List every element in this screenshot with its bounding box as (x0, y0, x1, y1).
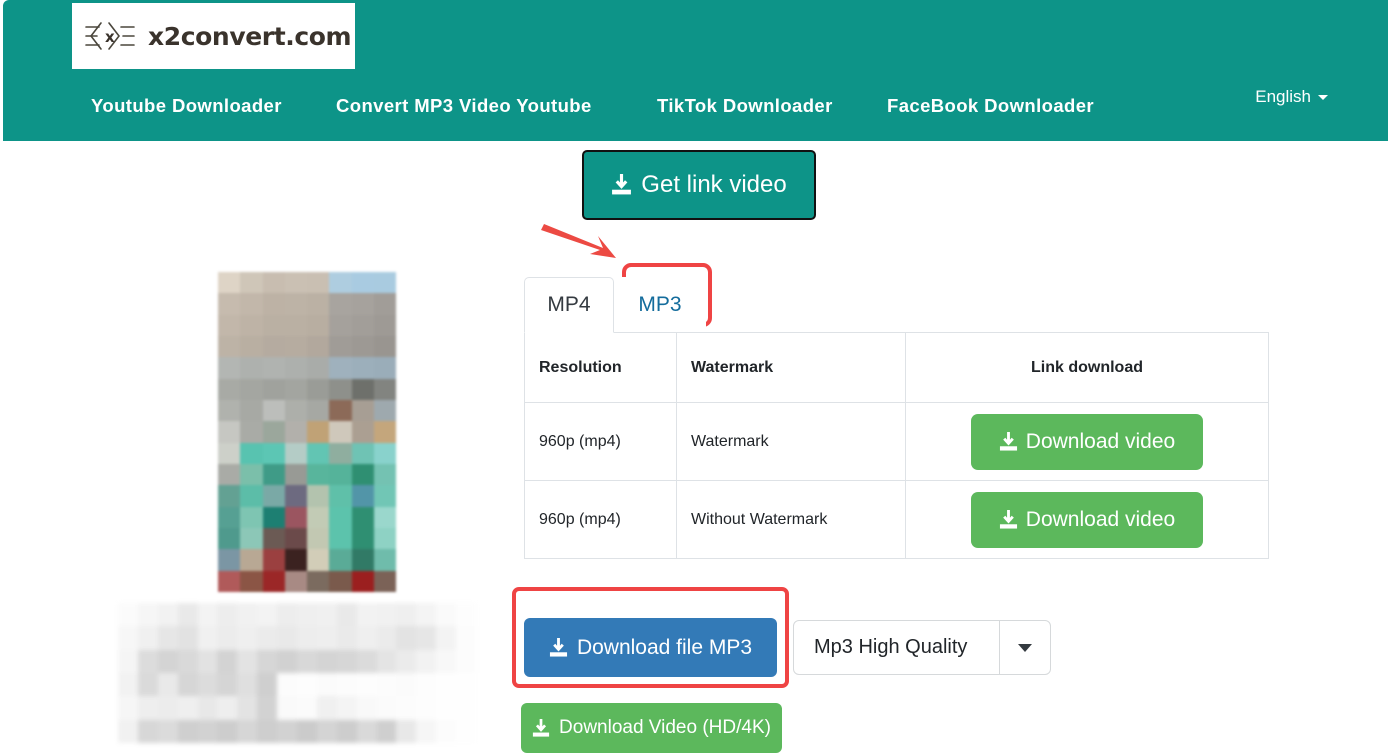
download-video-hd-4k-button[interactable]: Download Video (HD/4K) (521, 703, 782, 753)
download-icon (549, 637, 568, 657)
download-icon (532, 718, 550, 737)
main-nav: Youtube Downloader Convert MP3 Video You… (3, 86, 1388, 126)
download-file-mp3-label: Download file MP3 (576, 635, 753, 659)
mp3-quality-dropdown-toggle[interactable] (999, 621, 1050, 674)
column-header-watermark: Watermark (676, 332, 906, 403)
table-row: 960p (mp4) Watermark Download video (524, 402, 1269, 481)
language-label: English (1255, 87, 1311, 106)
column-header-resolution: Resolution (524, 332, 677, 403)
svg-text:x: x (105, 28, 115, 46)
get-link-video-label: Get link video (641, 171, 787, 198)
tab-mp3-label: MP3 (638, 293, 682, 316)
x-brackets-logo-icon: x (85, 22, 135, 50)
nav-item-convert-mp3-video-youtube[interactable]: Convert MP3 Video Youtube (336, 95, 592, 117)
mp3-quality-selected-value[interactable]: Mp3 High Quality (794, 621, 999, 674)
video-title-blurred (118, 603, 476, 743)
cell-link-download: Download video (905, 402, 1269, 481)
video-thumbnail-blurred (218, 272, 396, 592)
table-header-row: Resolution Watermark Link download (524, 332, 1269, 403)
nav-item-youtube-downloader[interactable]: Youtube Downloader (91, 95, 282, 117)
download-icon (999, 509, 1017, 529)
download-icon (999, 431, 1017, 451)
download-video-button-without-watermark[interactable]: Download video (971, 491, 1203, 548)
download-icon (612, 174, 632, 195)
tab-mp4-label: MP4 (547, 293, 591, 316)
download-options-table: Resolution Watermark Link download 960p … (524, 332, 1269, 559)
download-video-label: Download video (1025, 507, 1176, 531)
cell-link-download: Download video (905, 480, 1269, 559)
table-row: 960p (mp4) Without Watermark Download vi… (524, 480, 1269, 559)
logo-wordmark: x2convert.com (148, 21, 352, 51)
column-header-link-download: Link download (905, 332, 1269, 403)
download-video-hd-label: Download Video (HD/4K) (559, 717, 771, 738)
site-logo[interactable]: x x2convert.com (72, 3, 355, 69)
cell-watermark: Watermark (676, 402, 906, 481)
chevron-down-icon (1318, 94, 1328, 100)
cell-resolution: 960p (mp4) (524, 480, 677, 559)
language-selector[interactable]: English (1255, 87, 1328, 107)
nav-item-facebook-downloader[interactable]: FaceBook Downloader (887, 95, 1094, 117)
format-tabs: MP4 MP3 (524, 277, 1268, 333)
download-video-label: Download video (1025, 429, 1176, 453)
tab-mp4[interactable]: MP4 (524, 277, 614, 333)
download-video-button-watermark[interactable]: Download video (971, 413, 1203, 470)
caret-down-icon (1018, 643, 1032, 652)
video-preview-column (0, 150, 500, 756)
site-header: x x2convert.com Youtube Downloader Conve… (3, 0, 1388, 141)
mp3-quality-selector[interactable]: Mp3 High Quality (793, 620, 1051, 675)
cell-resolution: 960p (mp4) (524, 402, 677, 481)
get-link-video-button[interactable]: Get link video (582, 150, 816, 220)
cell-watermark: Without Watermark (676, 480, 906, 559)
tab-mp3[interactable]: MP3 (614, 277, 706, 333)
red-arrow-annotation-icon (541, 224, 616, 258)
nav-item-tiktok-downloader[interactable]: TikTok Downloader (657, 95, 833, 117)
page-root: x x2convert.com Youtube Downloader Conve… (0, 0, 1400, 756)
download-file-mp3-button[interactable]: Download file MP3 (524, 618, 777, 677)
